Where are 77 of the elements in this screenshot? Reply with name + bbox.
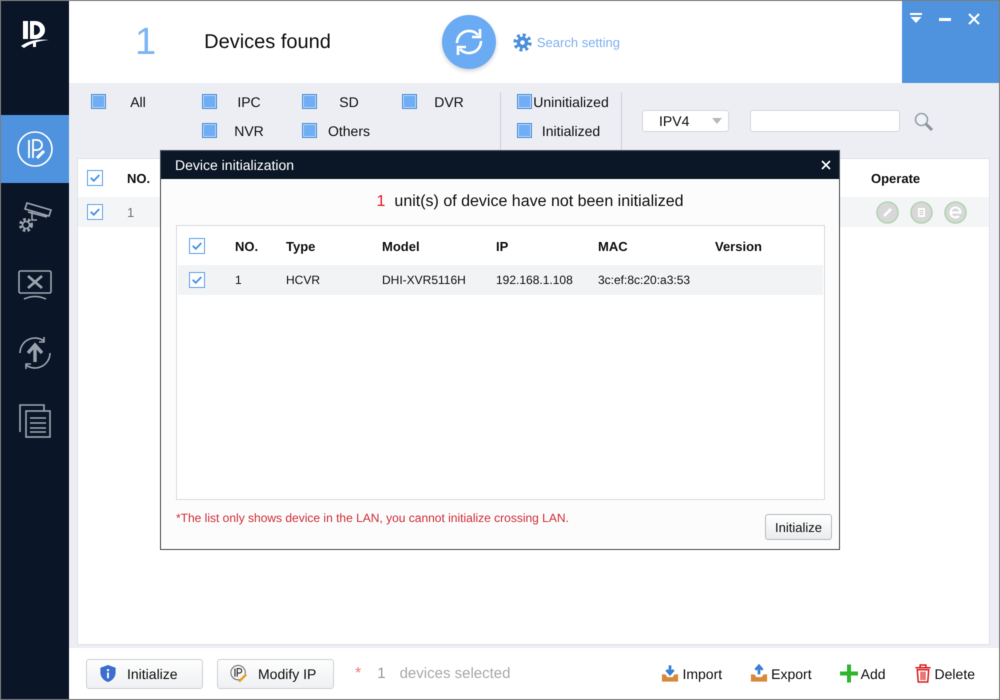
check-icon [90,174,100,182]
import-icon [661,664,680,683]
toolbar-button[interactable]: Export [750,664,812,683]
table-cell-text: DHI-XVR5116H [382,273,467,287]
footer-button[interactable]: Modify IP [217,658,334,688]
checkbox-label: Uninitialized [533,94,609,110]
column-header: Version [715,238,763,254]
settings-icon [512,32,532,52]
column-header: MAC [598,238,629,254]
close-icon[interactable] [821,160,831,170]
checkbox-label: Others [326,122,371,138]
checkbox[interactable] [517,123,532,138]
edit-icon[interactable] [876,200,899,224]
trash-icon [914,664,932,683]
protocol-select[interactable]: IPV4 [642,110,729,132]
ip-edit-icon [230,664,248,683]
upgrade-icon [17,335,53,371]
camera-settings-icon [17,199,53,235]
refresh-icon [452,26,485,58]
web-icon[interactable] [944,200,967,224]
plus-icon [840,664,858,683]
table-cell-text: 192.168.1.108 [496,273,574,287]
documents-icon [17,403,53,439]
table-cell: 1 [127,204,134,220]
checkbox-label: DVR [433,94,465,110]
checkbox[interactable] [402,94,417,109]
checkbox[interactable] [517,94,532,109]
checkbox-label: NVR [233,122,265,138]
export-icon [750,664,768,683]
asterisk-mark: * [355,664,362,682]
sidebar-item[interactable] [1,115,69,183]
checkbox-label: All [129,94,147,110]
document-icon[interactable] [910,200,933,224]
checkbox[interactable] [302,94,317,109]
refresh-button[interactable] [442,15,496,69]
search-icon[interactable] [914,112,933,131]
check-icon [192,242,202,250]
toolbar-button[interactable]: Add [840,664,886,683]
device-count: 1 [135,20,156,64]
dialog-title: Device initialization [175,157,294,173]
toolbar-button[interactable]: Delete [914,664,975,683]
checkbox-label: SD [338,94,360,110]
column-header: IP [496,238,510,254]
checkbox[interactable] [202,123,217,138]
devices-found-title: Devices found [204,30,331,54]
footer-button[interactable]: Initialize [86,658,203,688]
table-cell-text: 1 [235,273,243,287]
table-cell-text: 3c:ef:8c:20:a3:53 [598,273,692,287]
column-header: Model [382,238,421,254]
shield-icon [99,664,117,683]
column-header: Operate [871,170,922,186]
selected-count: 1 [377,665,386,682]
initialize-button[interactable]: Initialize [765,514,832,540]
checkbox-label: Initialized [540,122,602,138]
dialog-message: unit(s) of device have not been initialized [394,193,684,211]
checkbox[interactable] [87,204,103,220]
column-header: NO. [235,238,260,254]
column-header: NO. [127,170,150,186]
checkbox[interactable] [91,94,106,109]
search-field[interactable] [750,110,900,132]
checkbox[interactable] [189,238,205,254]
toolbar-button[interactable]: Import [661,664,722,683]
checkbox[interactable] [189,272,205,288]
checkbox[interactable] [202,94,217,109]
check-icon [90,208,100,216]
checkbox-label: IPC [236,94,262,110]
ip-edit-icon [17,131,53,167]
check-icon [192,276,202,284]
uninitialized-count: 1 [376,193,386,211]
dropdown-icon[interactable] [910,13,922,25]
checkbox[interactable] [302,123,317,138]
caret-icon [712,118,722,124]
selected-label: devices selected [400,665,510,682]
note-text: *The list only shows device in the LAN, you cannot initialize crossing LAN. [176,511,569,525]
column-header: Type [286,238,316,254]
checkbox[interactable] [87,170,103,186]
table-cell-text: HCVR [286,273,322,287]
